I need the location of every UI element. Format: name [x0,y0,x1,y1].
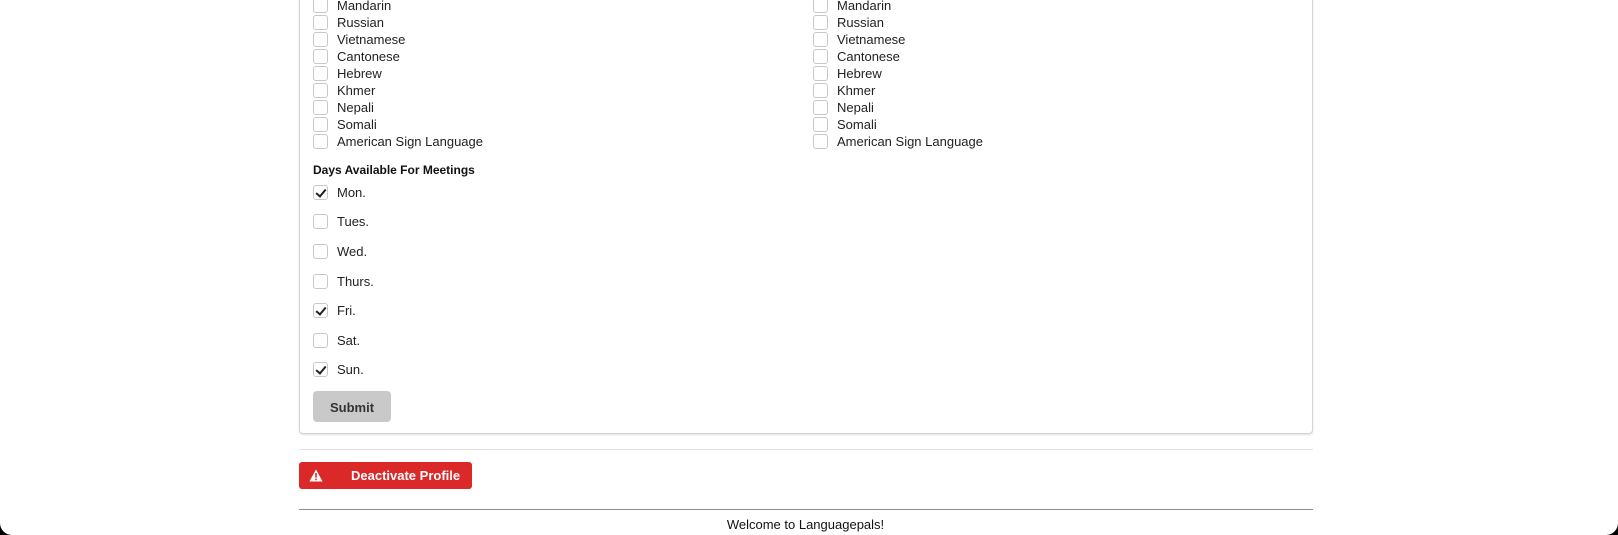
language-option[interactable]: American Sign Language [813,133,983,150]
language-label: American Sign Language [337,134,483,149]
language-checkbox[interactable] [313,49,328,64]
day-option-tues[interactable]: Tues. [313,212,369,230]
footer-welcome-text: Welcome to Languagepals! [726,517,885,532]
language-label: Mandarin [837,0,892,13]
language-label: Mandarin [337,0,392,13]
language-checkbox[interactable] [313,32,328,47]
language-checkbox[interactable] [313,117,328,132]
language-label: Nepali [837,100,874,115]
day-label: Wed. [337,243,368,259]
language-checkbox[interactable] [813,117,828,132]
warning-icon [309,469,323,482]
day-label: Sun. [337,361,364,377]
deactivate-profile-label: Deactivate Profile [351,468,461,483]
language-label: Cantonese [837,49,900,64]
day-label: Tues. [337,213,370,229]
language-option[interactable]: Somali [813,116,877,133]
language-label: Vietnamese [837,32,906,47]
day-option-fri[interactable]: Fri. [313,301,356,319]
language-checkbox[interactable] [813,49,828,64]
day-option-thurs[interactable]: Thurs. [313,272,374,290]
language-label: Khmer [337,83,376,98]
section-divider [299,449,1313,450]
language-option[interactable]: Mandarin [313,0,391,14]
language-option[interactable]: American Sign Language [313,133,483,150]
day-label: Thurs. [337,273,374,289]
language-option[interactable]: Cantonese [313,48,400,65]
day-option-sat[interactable]: Sat. [313,331,360,349]
day-option-wed[interactable]: Wed. [313,242,367,260]
day-option-sun[interactable]: Sun. [313,360,364,378]
day-option-mon[interactable]: Mon. [313,183,366,201]
language-label: Cantonese [337,49,400,64]
language-label: Khmer [837,83,876,98]
submit-button[interactable]: Submit [313,391,391,422]
language-label: Hebrew [337,66,382,81]
language-label: Russian [337,15,384,30]
language-label: American Sign Language [837,134,983,149]
language-option[interactable]: Hebrew [813,65,882,82]
day-checkbox[interactable] [313,213,328,229]
language-label: Hebrew [837,66,882,81]
language-option[interactable]: Nepali [813,99,874,116]
language-checkbox[interactable] [813,66,828,81]
language-option[interactable]: Nepali [313,99,374,116]
day-checkbox[interactable] [313,361,328,377]
language-option[interactable]: Mandarin [813,0,891,14]
language-checkbox[interactable] [313,134,328,149]
days-section-title: Days Available For Meetings [313,163,475,177]
language-checkbox[interactable] [313,15,328,30]
language-checkbox[interactable] [813,100,828,115]
language-label: Vietnamese [337,32,406,47]
language-label: Nepali [337,100,374,115]
page-viewport: Mandarin Russian Vietnamese Cantonese He… [0,0,1618,535]
language-checkbox[interactable] [313,83,328,98]
language-checkbox[interactable] [813,0,828,13]
day-checkbox[interactable] [313,184,328,200]
language-option[interactable]: Somali [313,116,377,133]
deactivate-profile-button[interactable]: Deactivate Profile [299,462,472,489]
language-option[interactable]: Hebrew [313,65,382,82]
day-checkbox[interactable] [313,243,328,259]
day-label: Fri. [337,302,356,318]
day-label: Mon. [337,184,366,200]
language-checkbox[interactable] [813,32,828,47]
day-checkbox[interactable] [313,332,328,348]
language-checkbox[interactable] [313,100,328,115]
day-checkbox[interactable] [313,302,328,318]
language-label: Somali [337,117,377,132]
language-checkbox[interactable] [313,66,328,81]
language-checkbox[interactable] [813,134,828,149]
language-option[interactable]: Khmer [313,82,375,99]
language-label: Russian [837,15,884,30]
language-option[interactable]: Russian [813,14,884,31]
day-label: Sat. [337,332,361,348]
language-label: Somali [837,117,877,132]
language-option[interactable]: Vietnamese [313,31,405,48]
profile-form-card [299,0,1313,434]
language-option[interactable]: Cantonese [813,48,900,65]
language-option[interactable]: Vietnamese [813,31,905,48]
language-checkbox[interactable] [813,15,828,30]
day-checkbox[interactable] [313,273,328,289]
footer-divider [299,509,1313,510]
language-option[interactable]: Russian [313,14,384,31]
language-checkbox[interactable] [313,0,328,13]
language-option[interactable]: Khmer [813,82,875,99]
language-checkbox[interactable] [813,83,828,98]
